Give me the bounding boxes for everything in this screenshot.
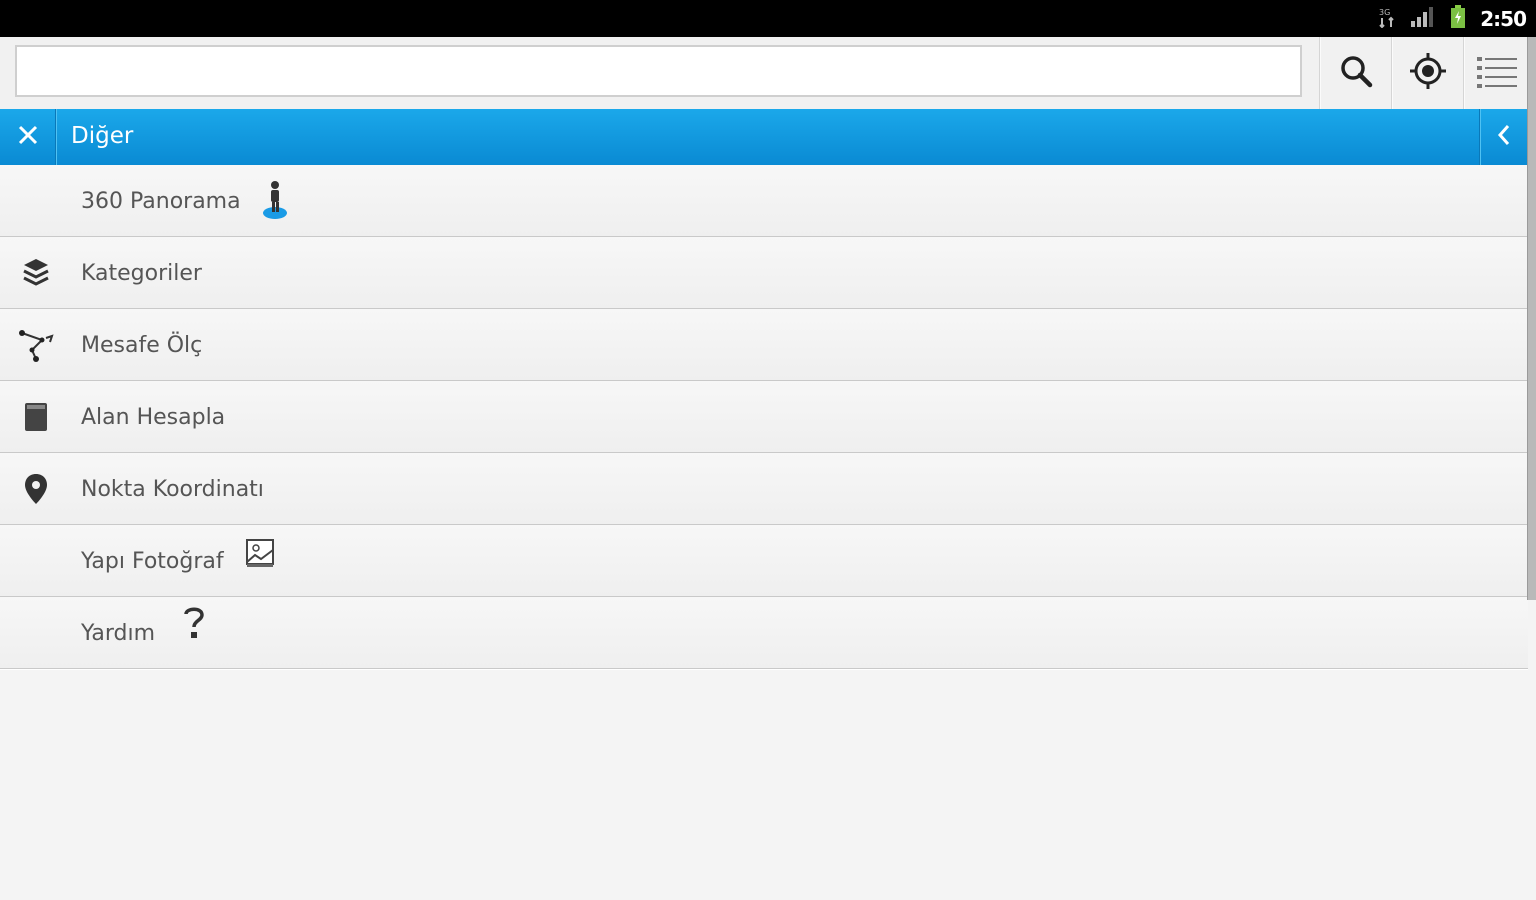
pegman-icon xyxy=(262,165,288,236)
menu-item-nokta-koordinati[interactable]: Nokta Koordinatı xyxy=(0,453,1528,525)
menu-item-alan-hesapla[interactable]: Alan Hesapla xyxy=(0,381,1528,453)
menu-item-label: Kategoriler xyxy=(81,261,202,286)
locate-button[interactable] xyxy=(1391,37,1463,109)
battery-icon xyxy=(1450,4,1466,33)
chevron-left-icon xyxy=(1496,123,1512,151)
close-button[interactable] xyxy=(0,109,56,165)
photo-icon xyxy=(245,525,275,596)
measure-distance-icon xyxy=(18,309,54,380)
menu-item-label: Nokta Koordinatı xyxy=(81,477,264,502)
status-bar: 3G 2:50 xyxy=(0,0,1536,37)
panel-title: Diğer xyxy=(71,123,134,149)
locate-icon xyxy=(1409,52,1447,94)
list-icon xyxy=(1476,54,1517,92)
close-icon xyxy=(17,124,39,150)
status-icons: 3G 2:50 xyxy=(1378,0,1527,37)
status-time: 2:50 xyxy=(1480,6,1527,31)
back-button[interactable] xyxy=(1479,109,1528,165)
map-pin-icon xyxy=(18,453,54,524)
menu-item-yardim[interactable]: Yardım xyxy=(0,597,1528,669)
layers-icon xyxy=(18,237,54,308)
help-icon xyxy=(182,597,206,668)
list-button[interactable] xyxy=(1463,37,1529,109)
search-icon xyxy=(1339,54,1373,92)
menu-item-label: Alan Hesapla xyxy=(81,405,226,430)
menu-item-kategoriler[interactable]: Kategoriler xyxy=(0,237,1528,309)
menu-list: 360 Panorama Kategoriler Mesafe Ölç Alan… xyxy=(0,165,1528,669)
menu-item-label: 360 Panorama xyxy=(81,189,241,214)
menu-item-yapi-fotograf[interactable]: Yapı Fotoğraf xyxy=(0,525,1528,597)
menu-item-360-panorama[interactable]: 360 Panorama xyxy=(0,165,1528,237)
menu-item-label: Mesafe Ölç xyxy=(81,333,203,358)
panel-header: Diğer xyxy=(0,109,1528,166)
toolbar xyxy=(0,37,1528,110)
scrollbar[interactable] xyxy=(1527,37,1536,600)
menu-item-label: Yapı Fotoğraf xyxy=(81,549,224,574)
search-button[interactable] xyxy=(1319,37,1391,109)
network-3g-icon: 3G xyxy=(1378,6,1396,32)
search-input[interactable] xyxy=(15,45,1302,97)
menu-item-label: Yardım xyxy=(81,621,156,646)
svg-text:3G: 3G xyxy=(1379,8,1390,17)
signal-icon xyxy=(1410,6,1436,32)
area-icon xyxy=(18,381,54,452)
menu-item-mesafe-olc[interactable]: Mesafe Ölç xyxy=(0,309,1528,381)
